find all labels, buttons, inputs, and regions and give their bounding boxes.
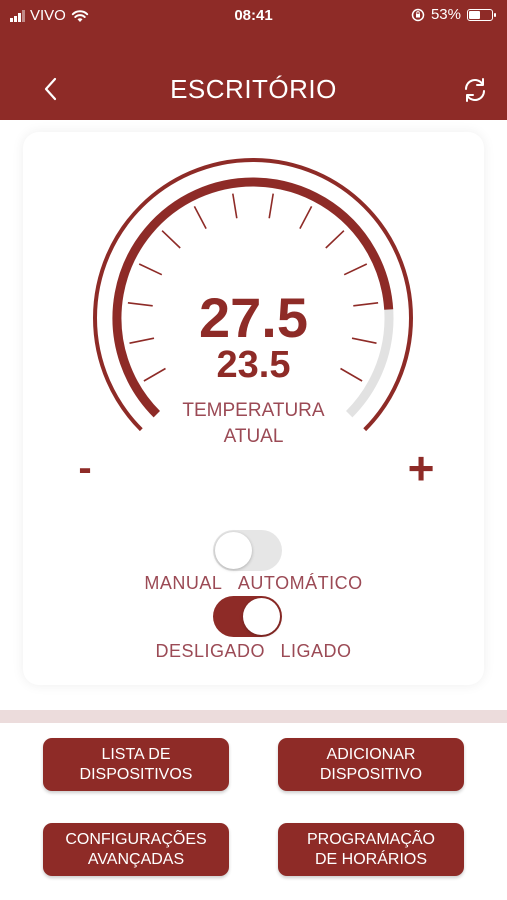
on-label: LIGADO [280,641,352,661]
manual-label: MANUAL [144,573,223,593]
mode-toggle[interactable] [213,530,282,571]
increase-temperature-button[interactable]: + [401,445,441,491]
power-toggle[interactable] [213,596,282,637]
battery-percent: 53% [430,6,461,23]
add-device-button[interactable]: ADICIONAR DISPOSITIVO [278,738,464,791]
schedule-button[interactable]: PROGRAMAÇÃO DE HORÁRIOS [278,823,464,876]
device-list-button[interactable]: LISTA DE DISPOSITIVOS [43,738,229,791]
status-right: 53% [411,6,496,23]
toggle-knob [215,532,252,569]
section-divider [0,710,507,723]
page-title: ESCRITÓRIO [170,74,337,104]
status-bar: VIVO 08:41 53% [0,0,507,32]
current-temperature: 27.5 [199,286,308,349]
target-temperature: 23.5 [216,344,291,386]
advanced-settings-button[interactable]: CONFIGURAÇÕES AVANÇADAS [43,823,229,876]
power-toggle-labels: DESLIGADO LIGADO [0,641,507,662]
rotation-lock-icon [411,8,425,21]
decrease-temperature-button[interactable]: - [70,448,100,488]
off-label: DESLIGADO [155,641,265,661]
toggle-knob [243,598,280,635]
mode-toggle-labels: MANUAL AUTOMÁTICO [0,573,507,594]
refresh-button[interactable] [461,76,489,104]
automatic-label: AUTOMÁTICO [237,573,363,593]
battery-fill [469,10,480,19]
refresh-icon [464,78,486,102]
battery-icon [467,8,496,21]
app-header: VIVO 08:41 53% ESCRITÓRIO [0,0,507,120]
